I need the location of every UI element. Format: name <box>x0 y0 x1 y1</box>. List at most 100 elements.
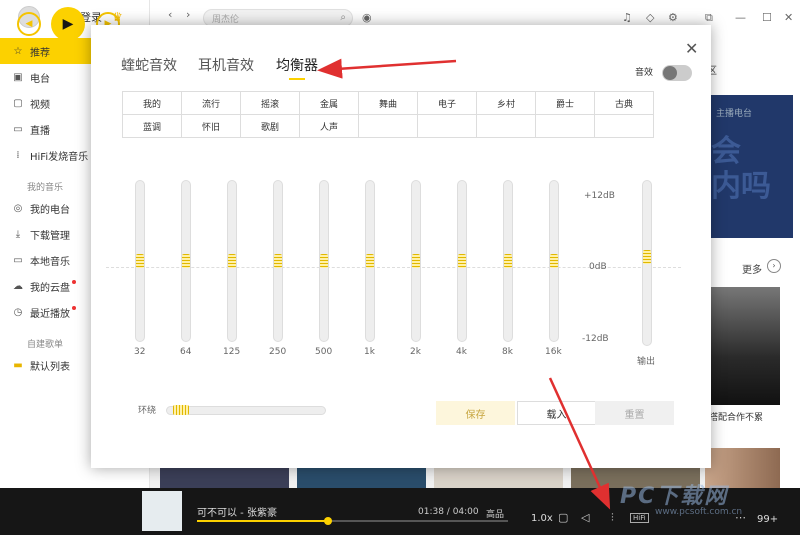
forward-arrow-icon[interactable]: › <box>186 8 190 21</box>
load-button[interactable]: 载入 <box>517 401 596 425</box>
eq-band-label: 4k <box>456 347 467 357</box>
sidebar-item-label: 本地音乐 <box>30 256 70 268</box>
notification-dot <box>72 280 76 284</box>
thumbnail-row <box>160 468 700 488</box>
playlist-count[interactable]: 99+ <box>757 514 778 525</box>
speed-button[interactable]: 1.0x <box>531 513 553 524</box>
eq-slider-knob-64[interactable] <box>182 254 190 268</box>
reset-button[interactable]: 重置 <box>595 401 674 425</box>
maximize-icon[interactable]: ☐ <box>762 11 772 24</box>
search-icon[interactable]: ⌕ <box>340 12 346 23</box>
banner-text: 会 内吗 <box>711 134 771 204</box>
play-time: 01:38 / 04:00 <box>418 507 479 517</box>
shirt-icon[interactable]: ◇ <box>646 11 654 24</box>
equalizer-icon[interactable]: ⫶ <box>611 511 614 525</box>
sidebar-item-label: 我的云盘 <box>30 282 70 294</box>
lyrics-icon[interactable]: ▢ <box>558 511 568 524</box>
volume-icon[interactable]: ◁ <box>581 511 589 524</box>
eq-slider-knob-4k[interactable] <box>458 254 466 268</box>
album-cover[interactable] <box>705 287 780 405</box>
progress-knob[interactable] <box>324 517 332 525</box>
eq-slider-knob-8k[interactable] <box>504 254 512 268</box>
eq-slider-knob-1k[interactable] <box>366 254 374 268</box>
eq-band-label: 1k <box>364 347 375 357</box>
sidebar-item-label: HiFi发烧音乐 <box>30 151 89 163</box>
db-min-label: -12dB <box>582 334 609 344</box>
sidebar-item-label: 最近播放 <box>30 308 70 320</box>
banner-text-line: 内吗 <box>711 168 771 204</box>
output-label: 输出 <box>637 357 656 367</box>
eq-band-label: 64 <box>180 347 192 357</box>
local-music-icon: ▭ <box>13 254 23 266</box>
eq-band-label: 2k <box>410 347 421 357</box>
download-icon: ⤓ <box>15 228 21 240</box>
sidebar-item-label: 视频 <box>30 99 50 111</box>
window-close-icon[interactable]: ✕ <box>784 11 793 24</box>
more-link[interactable]: 更多 <box>742 261 762 276</box>
sound-effects-dialog: ✕ 蝰蛇音效 耳机音效 均衡器 音效 我的 流行 摇滚 金属 舞曲 电子 乡村 … <box>91 25 711 468</box>
surround-label: 环绕 <box>138 406 157 416</box>
eq-slider-knob-500[interactable] <box>320 254 328 268</box>
play-icon[interactable]: ▶ <box>51 7 85 41</box>
sidebar-item-label: 电台 <box>30 73 50 85</box>
banner-text-line: 会 <box>711 134 741 169</box>
back-arrow-icon[interactable]: ‹ <box>168 8 172 21</box>
now-playing-cover[interactable] <box>142 491 182 531</box>
previous-icon[interactable]: ◀ <box>17 12 41 36</box>
section-my-music: 我的音乐 <box>27 183 64 193</box>
recognize-icon[interactable]: ◉ <box>362 11 372 24</box>
sidebar-item-label: 推荐 <box>30 47 50 59</box>
eq-band-label: 250 <box>269 347 287 357</box>
search-placeholder: 周杰伦 <box>212 14 240 25</box>
headphone-icon[interactable]: ♫ <box>622 11 632 24</box>
eq-band-label: 16k <box>545 347 562 357</box>
album-cover[interactable] <box>434 468 563 488</box>
watermark-url: www.pcsoft.com.cn <box>655 507 743 517</box>
hifi-icon: ⁞ <box>16 149 20 161</box>
db-max-label: +12dB <box>584 191 615 201</box>
save-button[interactable]: 保存 <box>436 401 515 425</box>
sidebar-item-label: 直播 <box>30 125 50 137</box>
history-icon: ◷ <box>13 306 23 318</box>
my-radio-icon: ◎ <box>13 202 23 214</box>
chevron-right-icon[interactable]: › <box>767 259 781 273</box>
album-cover[interactable] <box>297 468 426 488</box>
progress-bar[interactable] <box>197 520 508 522</box>
db-mid-label: 0dB <box>589 262 607 272</box>
minimize-icon[interactable]: — <box>735 11 746 24</box>
cloud-icon: ☁ <box>13 280 23 292</box>
eq-slider-knob-125[interactable] <box>228 254 236 268</box>
output-slider-knob[interactable] <box>643 250 651 264</box>
watermark: PC下载网 <box>620 484 729 509</box>
star-icon: ☆ <box>13 45 23 57</box>
radio-banner[interactable]: 主播电台 会 内吗 <box>708 95 793 238</box>
gear-icon[interactable]: ⚙ <box>668 11 678 24</box>
eq-slider-knob-16k[interactable] <box>550 254 558 268</box>
radio-icon: ▣ <box>13 71 23 83</box>
progress-fill <box>197 520 325 522</box>
eq-band-label: 125 <box>223 347 241 357</box>
surround-slider-track[interactable] <box>166 406 326 415</box>
banner-tag: 主播电台 <box>716 109 753 119</box>
eq-slider-knob-32[interactable] <box>136 254 144 268</box>
folder-icon: ▬ <box>13 359 23 371</box>
hifi-button[interactable]: HiFi <box>630 513 649 523</box>
section-playlists: 自建歌单 <box>27 340 64 350</box>
notification-dot <box>72 306 76 310</box>
mini-mode-icon[interactable]: ⧉ <box>705 11 713 25</box>
eq-band-label: 32 <box>134 347 146 357</box>
sidebar-item-label: 下载管理 <box>30 230 70 242</box>
eq-slider-knob-2k[interactable] <box>412 254 420 268</box>
video-icon: ▢ <box>13 97 23 109</box>
eq-band-label: 500 <box>315 347 333 357</box>
quality-selector[interactable]: 高品 <box>486 507 504 520</box>
eq-band-label: 8k <box>502 347 513 357</box>
sidebar-item-label: 我的电台 <box>30 204 70 216</box>
sidebar-item-label: 默认列表 <box>30 361 70 373</box>
surround-slider-knob[interactable] <box>173 405 189 415</box>
live-icon: ▭ <box>13 123 23 135</box>
song-title[interactable]: 可不可以 - 张紫豪 <box>197 504 277 519</box>
music-app-window: 点此登录 ♛ ☆ 推荐 ▣ 电台 ▢ 视频 ▭ 直播 ⁞ HiFi发烧音乐 我的… <box>0 0 800 535</box>
album-cover[interactable] <box>160 468 289 488</box>
eq-slider-knob-250[interactable] <box>274 254 282 268</box>
